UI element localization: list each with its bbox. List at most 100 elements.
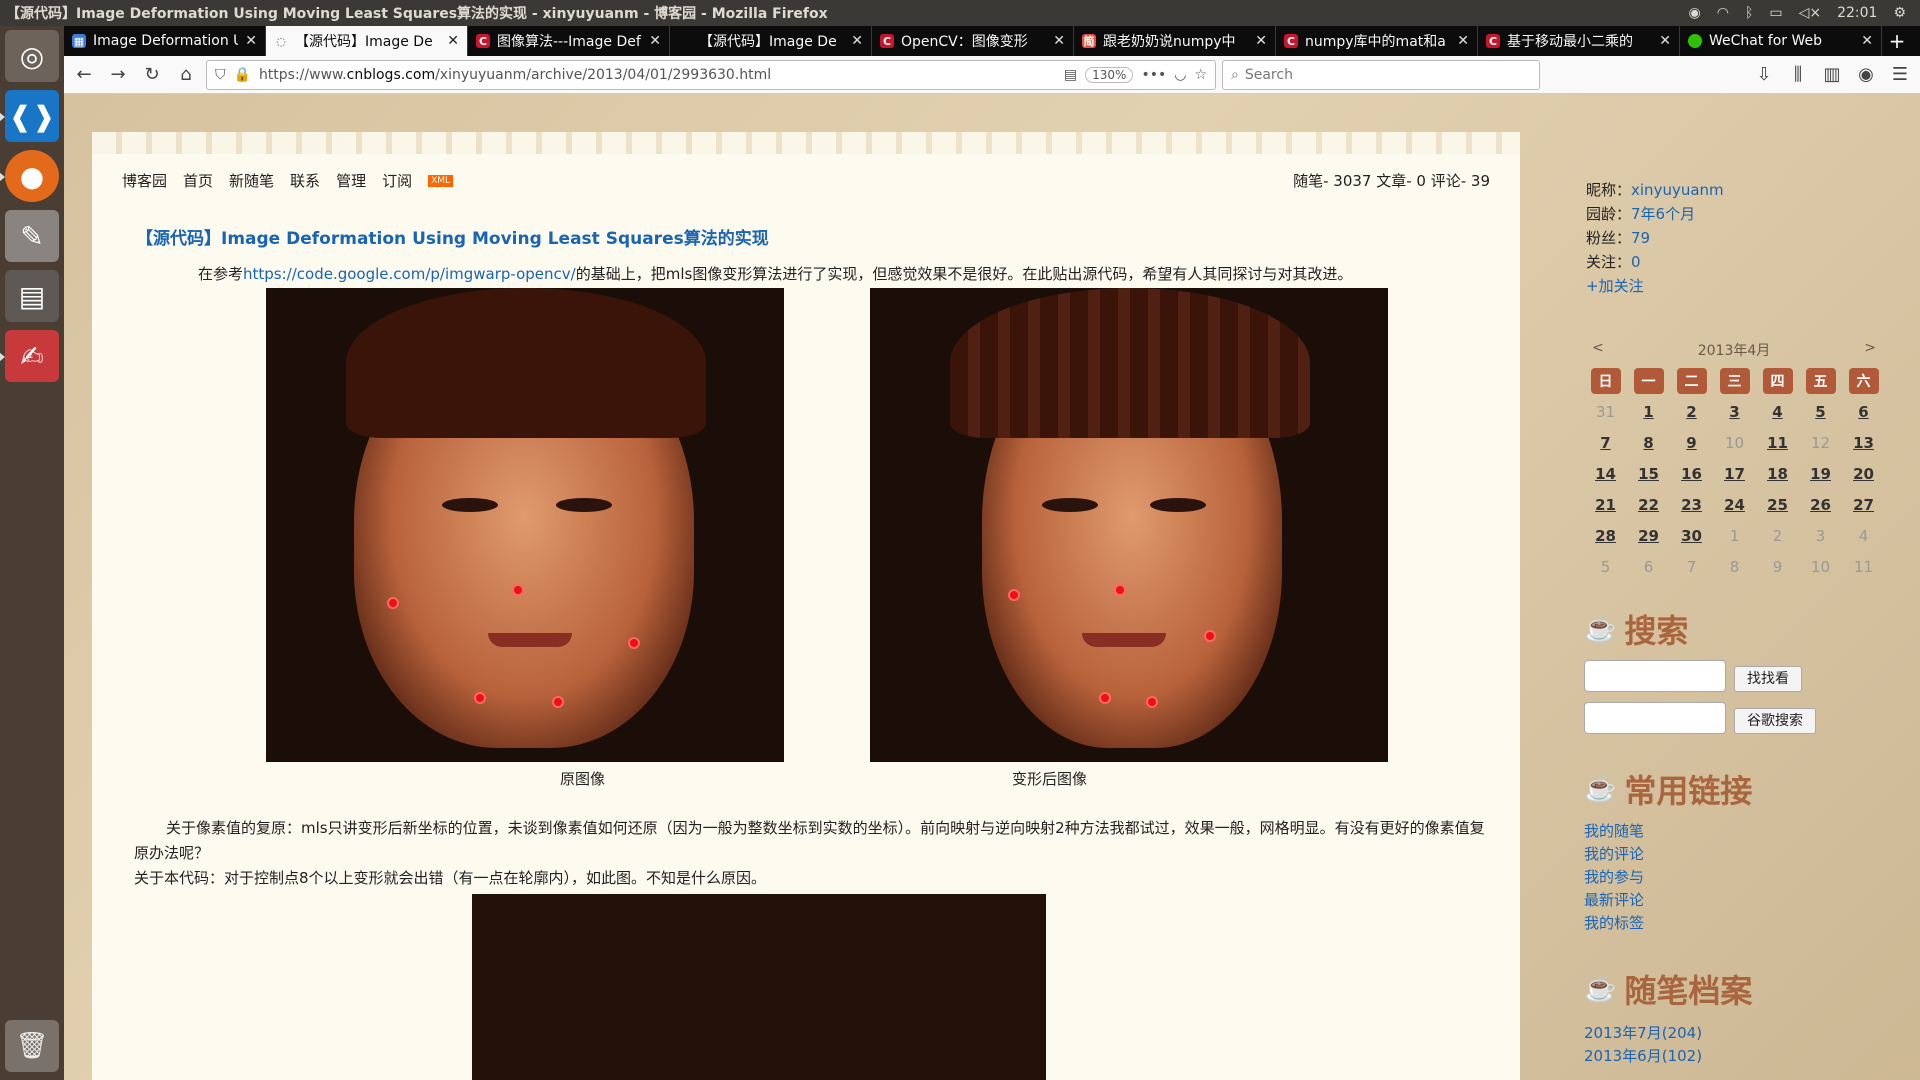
calendar-day[interactable]: 7 [1584,431,1627,456]
nav-subscribe[interactable]: 订阅 [382,170,412,191]
system-settings-icon[interactable]: ✎ [5,210,59,262]
calendar-day[interactable]: 8 [1627,431,1670,456]
follow-button[interactable]: +加关注 [1586,277,1644,295]
bookmark-star-icon[interactable]: ☆ [1194,67,1207,83]
forward-icon[interactable]: → [104,61,132,89]
calendar-day[interactable]: 9 [1670,431,1713,456]
library-icon[interactable]: ⫼ [1784,61,1812,89]
calendar-day[interactable]: 21 [1584,493,1627,518]
power-icon[interactable]: ⚙ [1893,5,1906,21]
calendar-day[interactable]: 20 [1842,462,1885,487]
calendar-day[interactable]: 27 [1842,493,1885,518]
close-icon[interactable]: ✕ [1659,33,1671,49]
close-icon[interactable]: ✕ [851,33,863,49]
nav-new-post[interactable]: 新随笔 [229,170,274,191]
calendar-day[interactable]: 2 [1670,400,1713,425]
close-icon[interactable]: ✕ [1255,33,1267,49]
calendar-day[interactable]: 15 [1627,462,1670,487]
link-my-posts[interactable]: 我的随笔 [1584,820,1644,843]
battery-icon[interactable]: ▭ [1769,5,1782,21]
close-icon[interactable]: ✕ [649,33,661,49]
calendar-day[interactable]: 26 [1799,493,1842,518]
link-my-tags[interactable]: 我的标签 [1584,912,1644,935]
close-icon[interactable]: ✕ [245,33,257,49]
wifi-icon[interactable]: ◠ [1717,5,1729,21]
search-bar[interactable]: ⌕ Search [1222,59,1540,90]
zoom-level[interactable]: 130% [1085,66,1134,83]
page-actions-icon[interactable]: ••• [1141,67,1166,83]
calendar-day[interactable]: 6 [1842,400,1885,425]
pocket-icon[interactable]: ◡ [1174,67,1186,83]
calendar-prev-button[interactable]: < [1592,340,1604,360]
home-icon[interactable]: ⌂ [172,61,200,89]
account-icon[interactable]: ◉ [1852,61,1880,89]
calendar-day[interactable]: 16 [1670,462,1713,487]
files-icon[interactable]: ▤ [5,270,59,322]
nav-manage[interactable]: 管理 [336,170,366,191]
site-search-input[interactable] [1584,660,1726,692]
sidebar-toggle-icon[interactable]: ▥ [1818,61,1846,89]
calendar-next-button[interactable]: > [1864,340,1876,360]
tab[interactable]: C OpenCV：图像变形 ✕ [872,26,1074,56]
chrome-icon[interactable]: ◉ [1689,5,1701,21]
archive-link[interactable]: 2013年7月(204) [1584,1022,1702,1045]
clock[interactable]: 22:01 [1837,5,1877,21]
profile-nickname-link[interactable]: xinyuyuanm [1631,181,1724,199]
link-my-comments[interactable]: 我的评论 [1584,843,1644,866]
tab[interactable]: C numpy库中的mat和a ✕ [1276,26,1478,56]
calendar-day[interactable]: 5 [1799,400,1842,425]
tab[interactable]: C 基于移动最小二乘的 ✕ [1478,26,1680,56]
back-icon[interactable]: ← [70,61,98,89]
archive-link[interactable]: 2013年6月(102) [1584,1045,1702,1068]
profile-following-link[interactable]: 0 [1631,253,1641,271]
text-editor-icon[interactable]: ✍ [0,330,59,382]
close-icon[interactable]: ✕ [1861,33,1873,49]
tab[interactable]: C 图像算法---Image Def ✕ [468,26,670,56]
reload-icon[interactable]: ↻ [138,61,166,89]
link-latest-comments[interactable]: 最新评论 [1584,889,1644,912]
url-bar[interactable]: ⛉ 🔒 https://www.cnblogs.com/xinyuyuanm/a… [206,59,1216,90]
menu-icon[interactable]: ☰ [1886,61,1914,89]
calendar-day[interactable]: 25 [1756,493,1799,518]
trash-icon[interactable]: 🗑 [5,1020,59,1072]
reader-view-icon[interactable]: ▤ [1064,67,1077,83]
shield-icon[interactable]: ⛉ [215,67,226,83]
calendar-day[interactable]: 29 [1627,524,1670,549]
calendar-day[interactable]: 18 [1756,462,1799,487]
calendar-day[interactable]: 24 [1713,493,1756,518]
calendar-day[interactable]: 22 [1627,493,1670,518]
link-my-participation[interactable]: 我的参与 [1584,866,1644,889]
close-icon[interactable]: ✕ [1053,33,1065,49]
profile-fans-link[interactable]: 79 [1631,229,1650,247]
calendar-day[interactable]: 30 [1670,524,1713,549]
calendar-day[interactable]: 28 [1584,524,1627,549]
lock-icon[interactable]: 🔒 [234,67,251,83]
ubuntu-dash-icon[interactable]: ◎ [5,30,59,82]
tab[interactable]: 【源代码】Image De ✕ [670,26,872,56]
google-search-button[interactable]: 谷歌搜索 [1734,708,1816,734]
tab[interactable]: WeChat for Web ✕ [1680,26,1882,56]
calendar-day[interactable]: 11 [1756,431,1799,456]
profile-age-link[interactable]: 7年6个月 [1631,205,1695,223]
post-title[interactable]: 【源代码】Image Deformation Using Moving Leas… [136,224,769,249]
vscode-icon[interactable]: ❰❱ [0,90,59,142]
nav-home[interactable]: 首页 [183,170,213,191]
calendar-day[interactable]: 17 [1713,462,1756,487]
site-search-button[interactable]: 找找看 [1734,666,1802,692]
close-icon[interactable]: ✕ [1457,33,1469,49]
calendar-day[interactable]: 19 [1799,462,1842,487]
calendar-day[interactable]: 4 [1756,400,1799,425]
calendar-day[interactable]: 1 [1627,400,1670,425]
imgwarp-link[interactable]: https://code.google.com/p/imgwarp-opencv… [243,265,576,283]
tab-active[interactable]: ◌ 【源代码】Image De ✕ [266,26,468,56]
google-search-input[interactable] [1584,702,1726,734]
tab[interactable]: ▦ Image Deformation U ✕ [64,26,266,56]
url-text[interactable]: https://www.cnblogs.com/xinyuyuanm/archi… [259,67,1056,83]
bluetooth-icon[interactable]: ᛒ [1745,5,1753,21]
calendar-day[interactable]: 23 [1670,493,1713,518]
nav-contact[interactable]: 联系 [290,170,320,191]
close-icon[interactable]: ✕ [447,33,459,49]
xml-feed-icon[interactable]: XML [428,174,454,187]
volume-icon[interactable]: ◁× [1799,5,1822,21]
tab[interactable]: 简 跟老奶奶说numpy中 ✕ [1074,26,1276,56]
